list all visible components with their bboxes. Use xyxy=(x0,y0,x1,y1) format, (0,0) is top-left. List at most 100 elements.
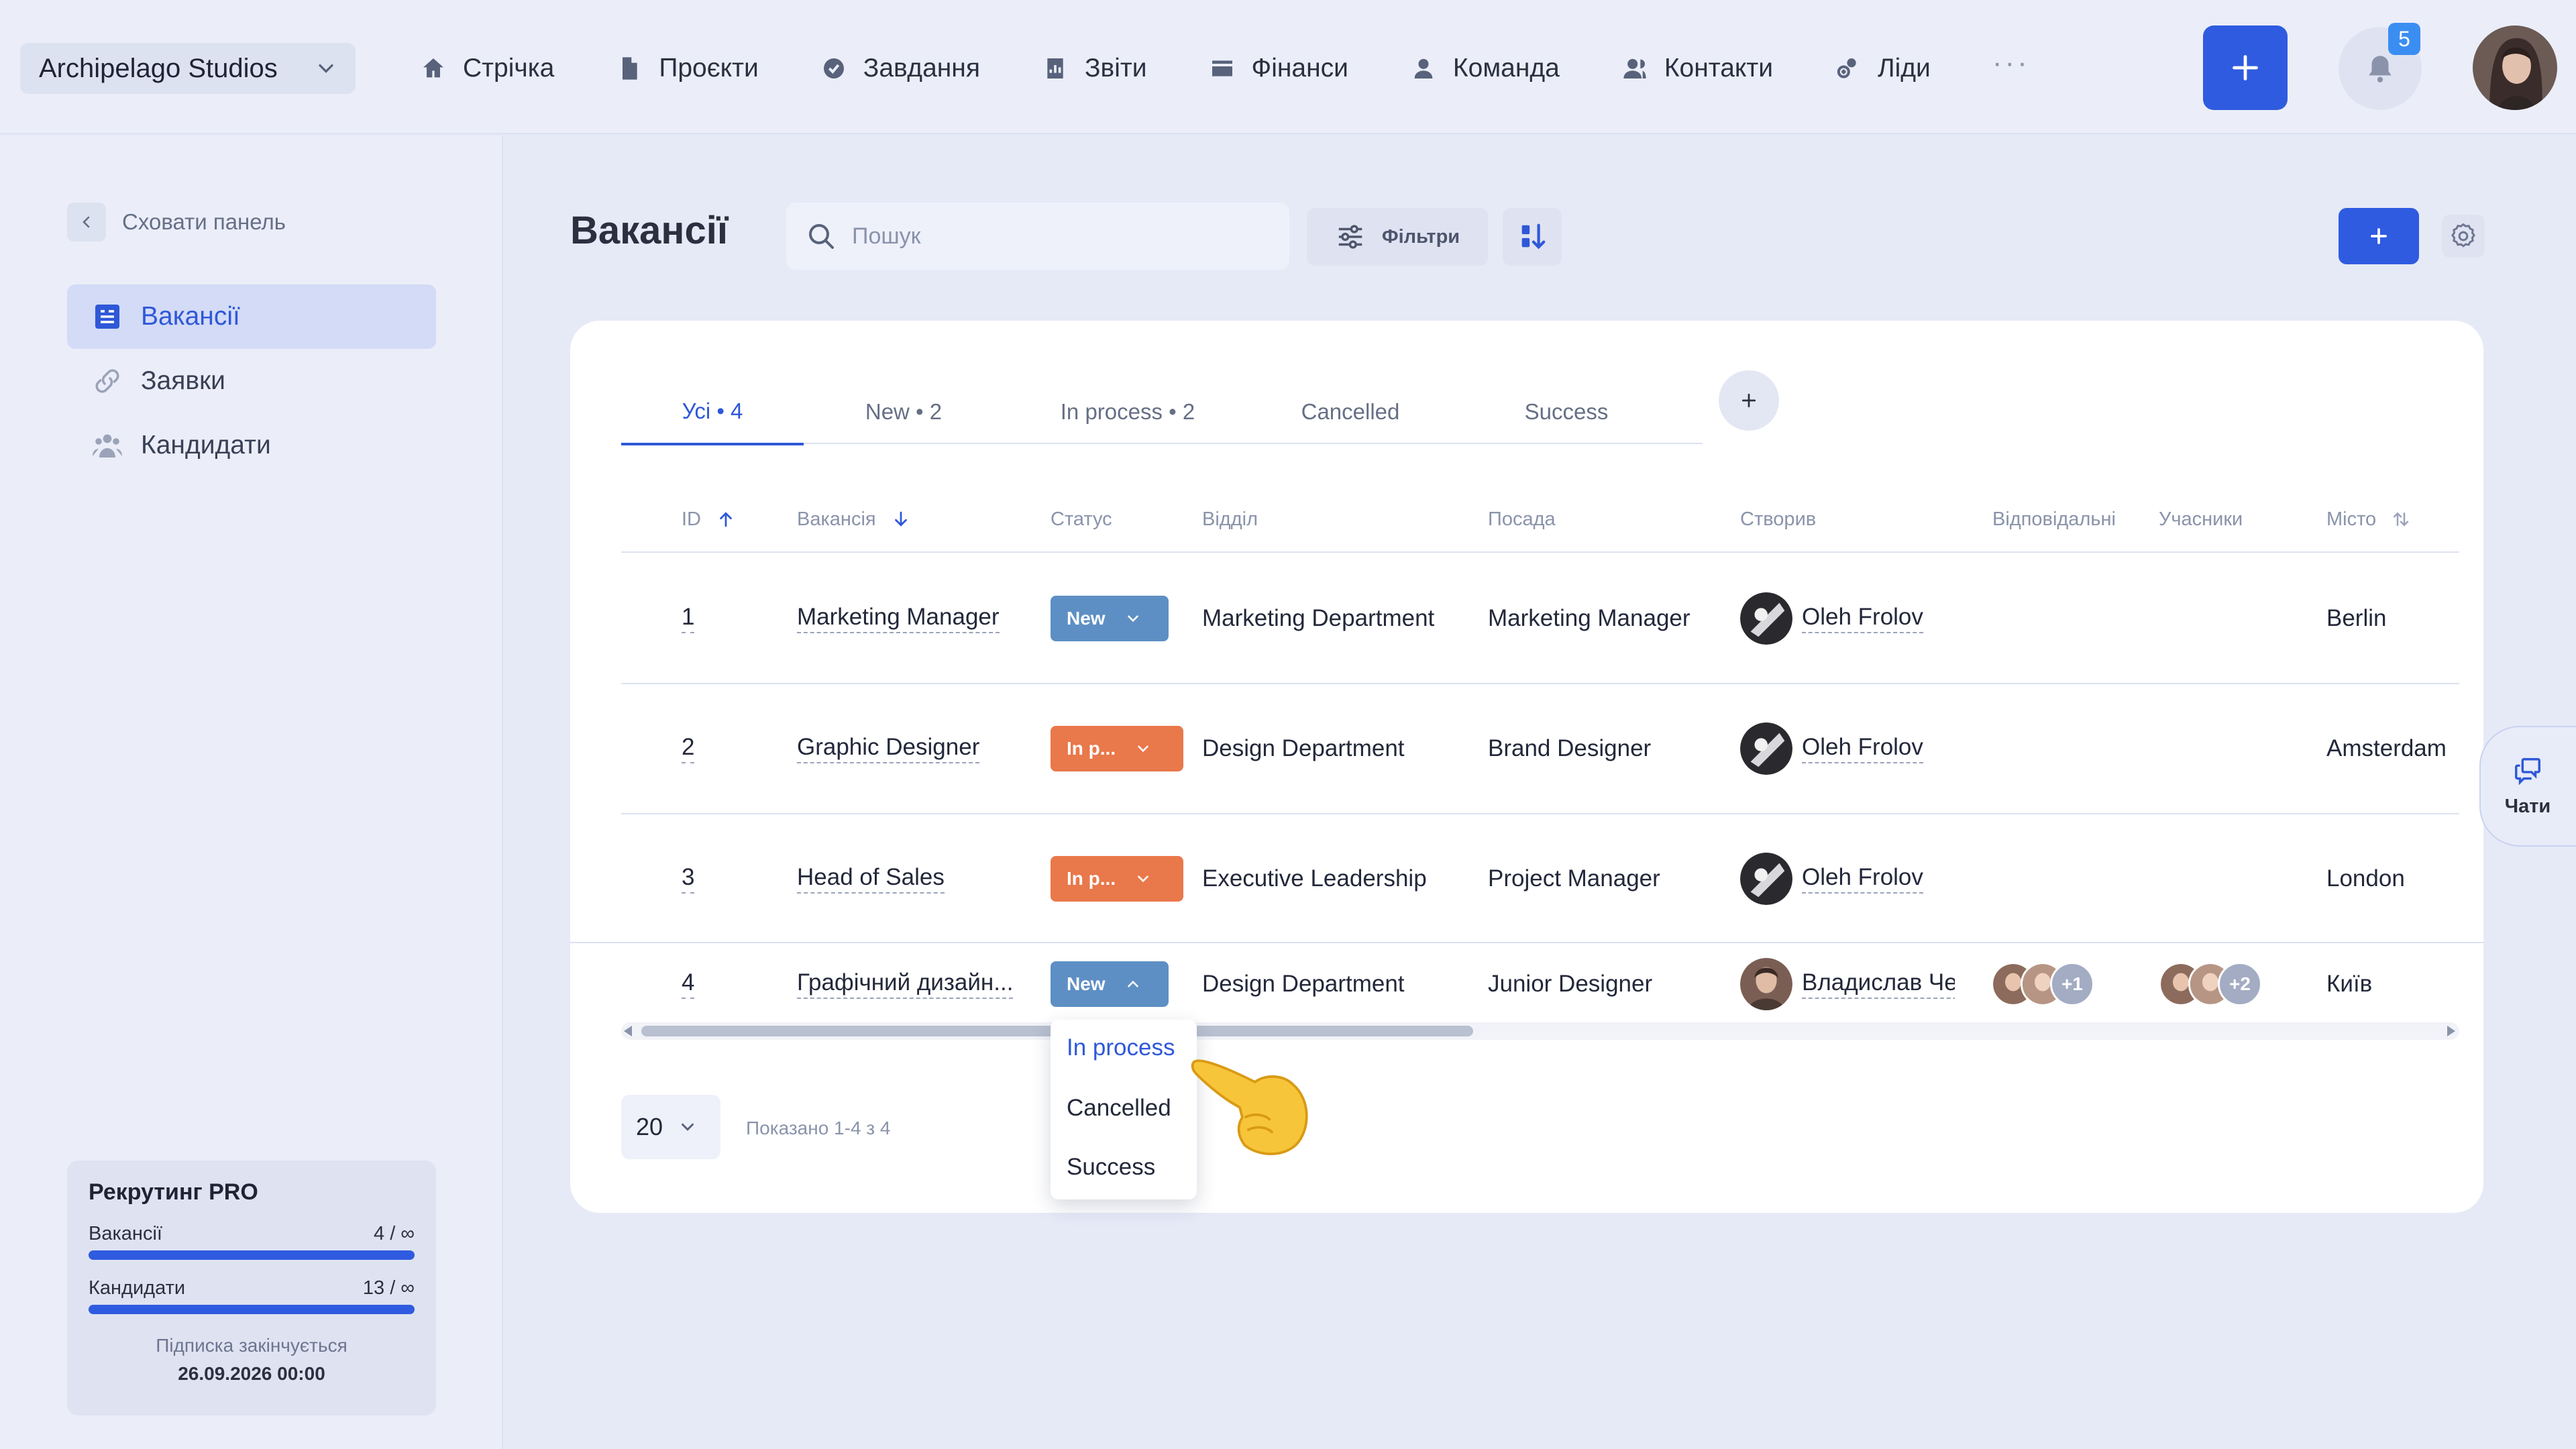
row-department: Marketing Department xyxy=(1202,605,1435,631)
chevron-down-icon xyxy=(319,64,333,73)
nav-item-tasks[interactable]: Завдання xyxy=(820,40,980,97)
check-circle-icon xyxy=(823,58,844,78)
gear-icon xyxy=(2451,223,2475,248)
contacts-icon xyxy=(1623,58,1646,78)
creator-link[interactable]: Oleh Frolov xyxy=(1802,604,1923,633)
nav-label: Контакти xyxy=(1664,54,1774,83)
bell-icon xyxy=(2369,56,2392,83)
collapse-button[interactable] xyxy=(67,203,106,241)
table-row[interactable]: 4 Графічний дизайн... New Design Departm… xyxy=(570,943,2483,1025)
chevron-down-icon xyxy=(1138,745,1148,753)
tab-success[interactable]: Success xyxy=(1449,380,1684,444)
org-switcher[interactable]: Archipelago Studios xyxy=(20,43,356,94)
user-icon xyxy=(1414,58,1433,78)
vacancies-card: Усі • 4 New • 2 In process • 2 Cancelled… xyxy=(570,321,2483,1213)
chats-label: Чати xyxy=(2504,795,2551,817)
chat-icon xyxy=(2515,757,2540,785)
sidebar-item-vacancies[interactable]: Вакансії xyxy=(67,284,436,349)
sort-button[interactable] xyxy=(1503,208,1562,266)
user-avatar[interactable] xyxy=(2473,25,2557,110)
link-icon xyxy=(95,369,119,393)
nav-label: Завдання xyxy=(863,54,980,83)
responsible-avatars[interactable]: +1 xyxy=(1991,962,2094,1006)
people-icon xyxy=(93,434,122,458)
creator-link[interactable]: Oleh Frolov xyxy=(1802,734,1923,763)
add-vacancy-button[interactable] xyxy=(2339,208,2419,264)
sidebar-item-candidates[interactable]: Кандидати xyxy=(67,413,436,478)
column-header-city[interactable]: Місто xyxy=(2326,486,2411,553)
status-label: In p... xyxy=(1067,738,1116,759)
table-row[interactable]: 2 Graphic Designer In p... Design Depart… xyxy=(621,684,2459,814)
table-row[interactable]: 3 Head of Sales In p... Executive Leader… xyxy=(621,814,2459,945)
wallet-icon xyxy=(1212,60,1232,76)
create-button[interactable] xyxy=(2203,25,2288,110)
creator-link[interactable]: Владислав Че... xyxy=(1802,969,1955,999)
nav-item-feed[interactable]: Стрічка xyxy=(420,40,554,97)
status-option-in-process[interactable]: In process xyxy=(1067,1034,1175,1061)
tab-cancelled[interactable]: Cancelled xyxy=(1252,380,1449,444)
status-dropdown[interactable]: In p... xyxy=(1051,726,1183,771)
nav-label: Ліди xyxy=(1878,54,1931,83)
add-tab-button[interactable] xyxy=(1719,370,1779,431)
filters-button[interactable]: Фільтри xyxy=(1307,208,1488,266)
chats-button[interactable]: Чати xyxy=(2479,726,2576,847)
tab-in-process[interactable]: In process • 2 xyxy=(1004,380,1252,444)
nav-more-button[interactable]: ··· xyxy=(1992,46,2030,80)
nav-item-reports[interactable]: Звіти xyxy=(1042,40,1147,97)
hide-panel-button[interactable]: Сховати панель xyxy=(67,203,286,241)
creator-link[interactable]: Oleh Frolov xyxy=(1802,864,1923,894)
nav-item-leads[interactable]: Ліди xyxy=(1835,40,1931,97)
participants-avatars[interactable]: +2 xyxy=(2159,962,2262,1006)
row-city: Berlin xyxy=(2326,605,2387,631)
row-id[interactable]: 2 xyxy=(682,734,695,763)
status-dropdown-open[interactable]: New xyxy=(1051,961,1169,1007)
org-name: Archipelago Studios xyxy=(39,53,278,83)
status-option-success[interactable]: Success xyxy=(1067,1154,1155,1181)
row-id[interactable]: 3 xyxy=(682,864,695,894)
tab-new[interactable]: New • 2 xyxy=(804,380,1004,444)
report-icon xyxy=(1047,58,1063,78)
arrow-up-icon xyxy=(720,512,732,527)
column-header-participants[interactable]: Учасники xyxy=(2159,486,2243,553)
row-id[interactable]: 1 xyxy=(682,604,695,633)
per-page-select[interactable]: 20 xyxy=(621,1095,720,1159)
row-vacancy-link[interactable]: Графічний дизайн... xyxy=(797,969,1014,999)
column-header-vacancy[interactable]: Вакансія xyxy=(797,486,911,553)
column-header-position[interactable]: Посада xyxy=(1488,486,1556,553)
row-vacancy-link[interactable]: Graphic Designer xyxy=(797,734,980,763)
column-header-creator[interactable]: Створив xyxy=(1740,486,1816,553)
nav-item-contacts[interactable]: Контакти xyxy=(1621,40,1773,97)
tab-all[interactable]: Усі • 4 xyxy=(621,380,804,445)
hide-panel-label: Сховати панель xyxy=(122,209,286,234)
table-row[interactable]: 1 Marketing Manager New Marketing Depart… xyxy=(621,554,2459,684)
sidebar-item-applications[interactable]: Заявки xyxy=(67,349,436,413)
column-label: ID xyxy=(682,508,701,530)
plan-row-vacancies: Вакансії 4 / ∞ xyxy=(89,1223,415,1245)
nav-item-projects[interactable]: Проєкти xyxy=(616,40,759,97)
column-header-status[interactable]: Статус xyxy=(1051,486,1112,553)
column-header-department[interactable]: Відділ xyxy=(1202,486,1258,553)
status-option-cancelled[interactable]: Cancelled xyxy=(1067,1095,1171,1122)
horizontal-scrollbar[interactable] xyxy=(621,1022,2459,1040)
status-label: New xyxy=(1067,973,1106,994)
nav-item-team[interactable]: Команда xyxy=(1410,40,1560,97)
nav-label: Стрічка xyxy=(463,54,555,83)
plan-progress-bar xyxy=(89,1250,415,1260)
row-vacancy-link[interactable]: Head of Sales xyxy=(797,864,945,894)
row-city: Amsterdam xyxy=(2326,735,2447,761)
column-header-responsible[interactable]: Відповідальні xyxy=(1992,486,2116,553)
table-settings-button[interactable] xyxy=(2442,215,2485,258)
scroll-left-arrow[interactable] xyxy=(624,1026,632,1036)
status-dropdown[interactable]: New xyxy=(1051,596,1169,641)
row-vacancy-link[interactable]: Marketing Manager xyxy=(797,604,1000,633)
plan-row-candidates: Кандидати 13 / ∞ xyxy=(89,1277,415,1299)
nav-item-finance[interactable]: Фінанси xyxy=(1209,40,1348,97)
scroll-right-arrow[interactable] xyxy=(2447,1026,2455,1036)
column-header-id[interactable]: ID xyxy=(682,486,736,553)
search-input[interactable]: Пошук xyxy=(786,203,1289,270)
row-department: Design Department xyxy=(1202,735,1405,761)
chevron-down-icon xyxy=(1127,615,1138,623)
row-id[interactable]: 4 xyxy=(682,969,695,999)
status-dropdown[interactable]: In p... xyxy=(1051,856,1183,902)
plan-progress-bar xyxy=(89,1305,415,1314)
